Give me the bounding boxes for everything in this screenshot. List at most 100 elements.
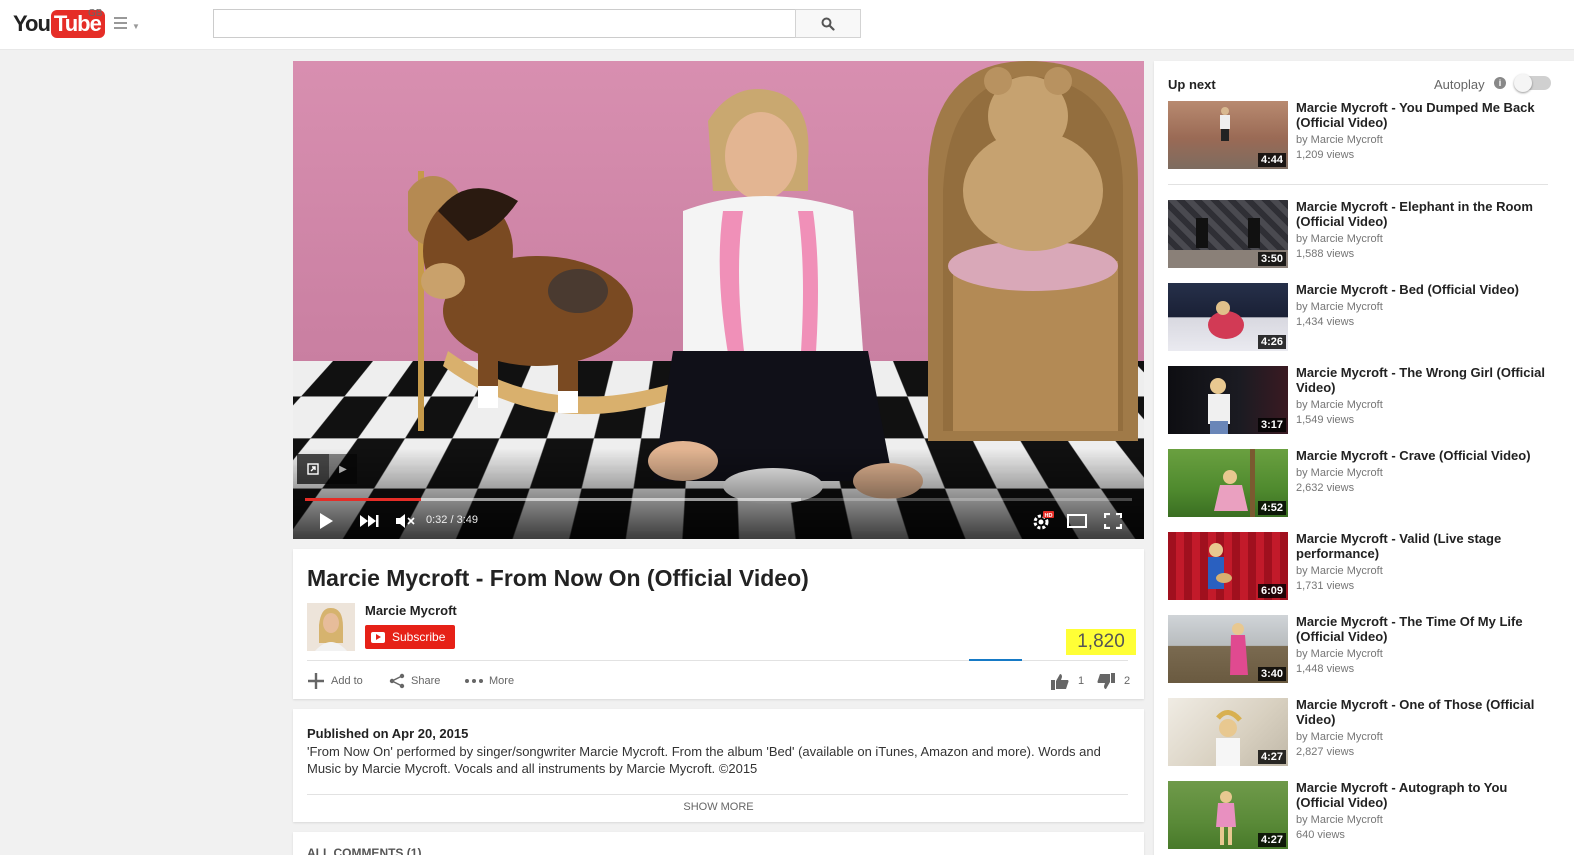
- video-views: 1,434 views: [1296, 316, 1355, 328]
- video-views: 1,549 views: [1296, 414, 1355, 426]
- performer-image: [648, 89, 923, 504]
- search-bar: [213, 9, 861, 38]
- chevron-down-icon: ▼: [132, 22, 140, 31]
- subscribe-label: Subscribe: [392, 630, 446, 644]
- dislike-count: 2: [1124, 675, 1131, 687]
- sidebar-video-item[interactable]: 4:44 Marcie Mycroft - You Dumped Me Back…: [1168, 100, 1548, 171]
- fullscreen-icon: [1104, 513, 1122, 529]
- add-to-button[interactable]: Add to: [307, 671, 363, 691]
- sidebar-video-item[interactable]: 3:40 Marcie Mycroft - The Time Of My Lif…: [1168, 614, 1548, 685]
- description-text: 'From Now On' performed by singer/songwr…: [307, 744, 1101, 776]
- sidebar-video-item[interactable]: 4:27 Marcie Mycroft - Autograph to You (…: [1168, 780, 1548, 851]
- video-thumbnail[interactable]: 3:40: [1168, 615, 1288, 683]
- share-button[interactable]: Share: [389, 671, 440, 691]
- video-thumbnail[interactable]: 4:27: [1168, 698, 1288, 766]
- video-views: 2,827 views: [1296, 746, 1355, 758]
- mute-icon: [396, 514, 415, 528]
- more-dots-icon: [465, 679, 483, 683]
- theater-mode-button[interactable]: [1065, 511, 1089, 531]
- mute-button[interactable]: [393, 511, 417, 531]
- share-label: Share: [411, 675, 441, 687]
- video-channel: by Marcie Mycroft: [1296, 565, 1383, 577]
- theater-icon: [1067, 514, 1087, 528]
- play-button[interactable]: [315, 511, 337, 531]
- video-title-link[interactable]: Marcie Mycroft - Elephant in the Room (O…: [1296, 199, 1548, 229]
- video-duration: 3:50: [1257, 252, 1286, 266]
- video-duration: 4:27: [1257, 833, 1286, 847]
- video-title-link[interactable]: Marcie Mycroft - The Time Of My Life (Of…: [1296, 614, 1548, 644]
- video-channel: by Marcie Mycroft: [1296, 301, 1383, 313]
- subscribe-button[interactable]: Subscribe: [365, 625, 455, 649]
- video-duration: 3:40: [1257, 667, 1286, 681]
- settings-icon: HD: [1033, 511, 1054, 530]
- video-duration: 4:52: [1257, 501, 1286, 515]
- video-info-card: Marcie Mycroft - From Now On (Official V…: [293, 549, 1144, 699]
- fullscreen-button[interactable]: [1101, 511, 1125, 531]
- video-channel: by Marcie Mycroft: [1296, 134, 1383, 146]
- video-duration: 6:09: [1257, 584, 1286, 598]
- plus-icon: [308, 673, 324, 689]
- thumbs-up-icon: [1051, 673, 1069, 690]
- search-icon: [821, 17, 835, 31]
- autoplay-toggle[interactable]: [1514, 74, 1551, 92]
- video-views: 2,632 views: [1296, 482, 1355, 494]
- annotation-button[interactable]: ▶: [297, 454, 359, 484]
- search-button[interactable]: [795, 9, 861, 38]
- video-player[interactable]: ▶ 0:32 / 3:49 HD: [293, 61, 1144, 539]
- dislike-button[interactable]: 2: [1097, 671, 1130, 691]
- youtube-logo[interactable]: You Tube GB: [13, 8, 105, 38]
- progress-bar[interactable]: [305, 498, 1132, 501]
- video-thumbnail[interactable]: 3:50: [1168, 200, 1288, 268]
- video-thumbnail[interactable]: 4:26: [1168, 283, 1288, 351]
- video-title-link[interactable]: Marcie Mycroft - The Wrong Girl (Officia…: [1296, 365, 1548, 395]
- sidebar-video-item[interactable]: 3:50 Marcie Mycroft - Elephant in the Ro…: [1168, 199, 1548, 270]
- sidebar-video-item[interactable]: 3:17 Marcie Mycroft - The Wrong Girl (Of…: [1168, 365, 1548, 436]
- up-next-divider: [1168, 184, 1548, 185]
- settings-button[interactable]: HD: [1031, 511, 1055, 531]
- autoplay-label: Autoplay: [1434, 77, 1485, 92]
- more-button[interactable]: More: [465, 671, 514, 691]
- video-thumbnail[interactable]: 4:52: [1168, 449, 1288, 517]
- next-icon: [360, 515, 379, 527]
- sidebar-video-item[interactable]: 6:09 Marcie Mycroft - Valid (Live stage …: [1168, 531, 1548, 602]
- wicker-chair-image: [928, 61, 1138, 441]
- video-title: Marcie Mycroft - From Now On (Official V…: [307, 565, 809, 591]
- video-channel: by Marcie Mycroft: [1296, 233, 1383, 245]
- video-views: 1,209 views: [1296, 149, 1355, 161]
- time-display: 0:32 / 3:49: [426, 514, 478, 526]
- video-title-link[interactable]: Marcie Mycroft - Bed (Official Video): [1296, 282, 1548, 297]
- video-channel: by Marcie Mycroft: [1296, 731, 1383, 743]
- video-channel: by Marcie Mycroft: [1296, 648, 1383, 660]
- video-views: 640 views: [1296, 829, 1345, 841]
- video-title-link[interactable]: Marcie Mycroft - Autograph to You (Offic…: [1296, 780, 1548, 810]
- search-input[interactable]: [213, 9, 796, 38]
- guide-menu-button[interactable]: ▼: [114, 17, 140, 33]
- video-duration: 4:27: [1257, 750, 1286, 764]
- like-button[interactable]: 1: [1051, 671, 1084, 691]
- video-title-link[interactable]: Marcie Mycroft - One of Those (Official …: [1296, 697, 1548, 727]
- add-to-label: Add to: [331, 675, 363, 687]
- sidebar-video-item[interactable]: 4:26 Marcie Mycroft - Bed (Official Vide…: [1168, 282, 1548, 353]
- next-button[interactable]: [357, 511, 381, 531]
- info-icon[interactable]: i: [1494, 77, 1506, 89]
- video-title-link[interactable]: Marcie Mycroft - Crave (Official Video): [1296, 448, 1548, 463]
- video-duration: 4:44: [1257, 153, 1286, 167]
- masthead: You Tube GB ▼: [0, 0, 1574, 50]
- video-thumbnail[interactable]: 4:44: [1168, 101, 1288, 169]
- like-count: 1: [1078, 675, 1085, 687]
- video-thumbnail[interactable]: 4:27: [1168, 781, 1288, 849]
- video-title-link[interactable]: Marcie Mycroft - You Dumped Me Back (Off…: [1296, 100, 1548, 130]
- comments-card: ALL COMMENTS (1): [293, 832, 1144, 855]
- show-more-button[interactable]: SHOW MORE: [293, 801, 1144, 813]
- video-thumbnail[interactable]: 3:17: [1168, 366, 1288, 434]
- video-duration: 4:26: [1257, 335, 1286, 349]
- video-thumbnail[interactable]: 6:09: [1168, 532, 1288, 600]
- video-views: 1,731 views: [1296, 580, 1355, 592]
- sidebar-video-item[interactable]: 4:52 Marcie Mycroft - Crave (Official Vi…: [1168, 448, 1548, 519]
- channel-avatar[interactable]: [307, 603, 355, 651]
- video-title-link[interactable]: Marcie Mycroft - Valid (Live stage perfo…: [1296, 531, 1548, 561]
- region-label: GB: [88, 8, 103, 19]
- comments-header: ALL COMMENTS (1): [307, 846, 422, 855]
- sidebar-video-item[interactable]: 4:27 Marcie Mycroft - One of Those (Offi…: [1168, 697, 1548, 768]
- channel-name-link[interactable]: Marcie Mycroft: [365, 603, 457, 618]
